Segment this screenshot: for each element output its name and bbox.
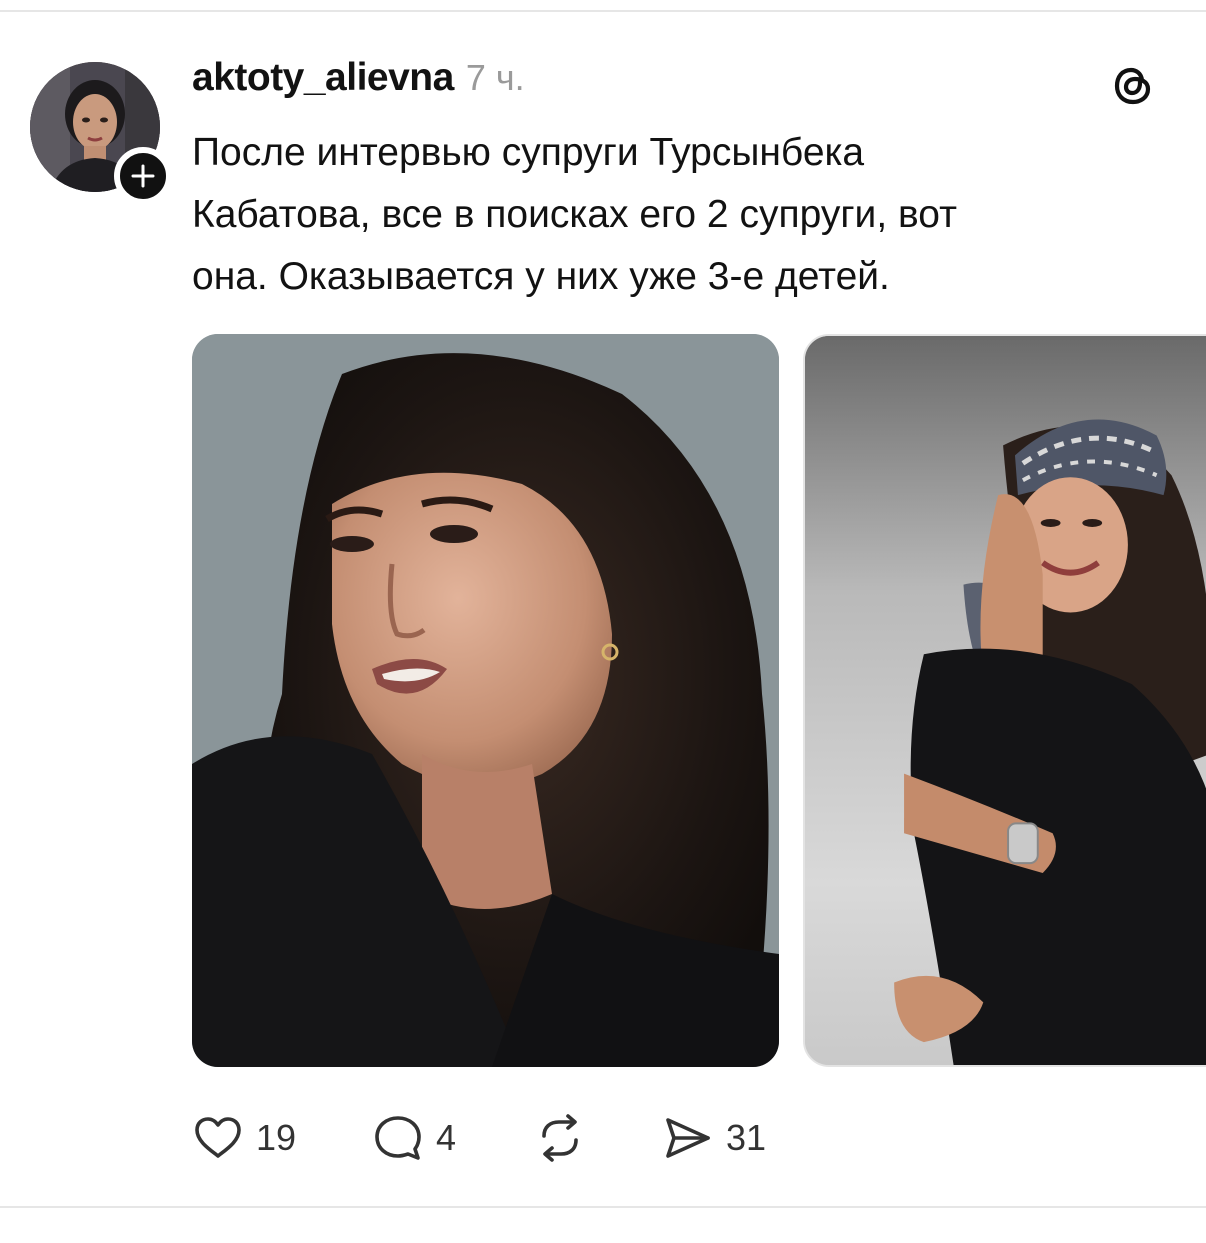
bottom-divider xyxy=(0,1206,1206,1208)
reply-count: 4 xyxy=(436,1117,457,1158)
heart-icon xyxy=(195,1117,241,1158)
username[interactable]: aktoty_alievna xyxy=(192,56,454,100)
portrait-photo-icon xyxy=(805,336,1206,1065)
post-text: После интервью супруги Турсынбека Кабато… xyxy=(192,122,1152,308)
like-button[interactable]: 19 xyxy=(192,1112,296,1164)
post-time: 7 ч. xyxy=(465,57,525,98)
post-text-line: Кабатова, все в поисках его 2 супруги, в… xyxy=(192,193,957,236)
post-header: aktoty_alievna 7 ч. xyxy=(192,56,525,108)
comment-icon xyxy=(375,1116,421,1160)
share-button[interactable]: 31 xyxy=(662,1112,766,1164)
portrait-photo-icon xyxy=(192,334,779,1067)
repost-button[interactable] xyxy=(534,1112,586,1164)
plus-icon xyxy=(131,164,155,188)
top-divider xyxy=(0,10,1206,12)
post-image-1[interactable] xyxy=(192,334,779,1067)
post-text-line: После интервью супруги Турсынбека xyxy=(192,131,865,174)
threads-logo-icon[interactable] xyxy=(1108,60,1158,110)
post-image-2[interactable] xyxy=(803,334,1206,1067)
reply-button[interactable]: 4 xyxy=(372,1112,456,1164)
like-count: 19 xyxy=(256,1117,297,1158)
post-text-line: она. Оказывается у них уже 3-е детей. xyxy=(192,255,890,298)
send-icon xyxy=(666,1118,710,1158)
repost-icon xyxy=(542,1114,578,1162)
follow-button[interactable] xyxy=(114,147,172,205)
share-count: 31 xyxy=(726,1117,767,1158)
